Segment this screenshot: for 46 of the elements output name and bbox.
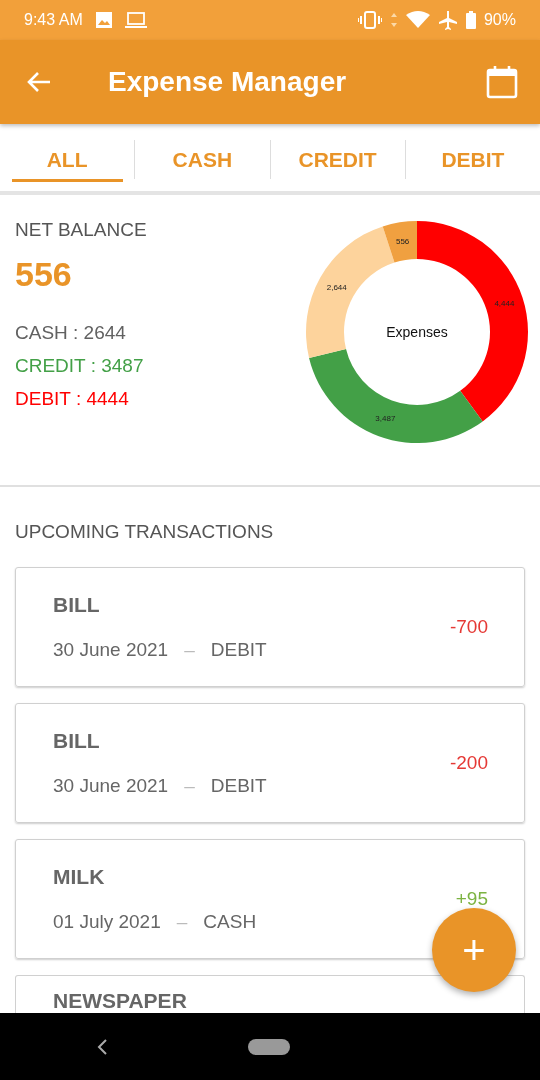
balance-line: DEBIT : 4444 [15, 388, 130, 410]
tab[interactable]: ALL [0, 140, 136, 179]
back-nav-button[interactable] [96, 1037, 108, 1056]
transaction-date: 30 June 2021 [53, 775, 169, 797]
transaction-card[interactable]: BILL 30 June 2021 – DEBIT -700 [15, 567, 525, 687]
clock-time: 9:43 AM [24, 11, 83, 29]
airplane-icon [437, 10, 458, 30]
separator-dash: – [176, 911, 188, 933]
transaction-title: MILK [53, 865, 106, 889]
laptop-icon [124, 11, 147, 29]
separator-dash: – [184, 639, 195, 661]
slice-value-label: 4,444 [494, 299, 515, 309]
slice-value-label: 3,487 [375, 414, 396, 424]
transaction-card[interactable]: BILL 30 June 2021 – DEBIT -200 [15, 703, 525, 823]
transaction-title: NEWSPAPER [53, 989, 187, 1013]
chart-title: Expenses [386, 324, 448, 340]
data-arrows-icon [389, 12, 398, 28]
home-pill[interactable] [248, 1038, 290, 1055]
transaction-amount: +95 [455, 888, 488, 910]
slice-value-label: 2,644 [326, 283, 347, 293]
tab[interactable]: CASH [135, 140, 271, 179]
payment-type: DEBIT [210, 639, 267, 661]
slice-value-label: 556 [395, 237, 410, 247]
tab[interactable]: DEBIT [405, 140, 540, 179]
section-heading: UPCOMING TRANSACTIONS [15, 521, 275, 543]
transaction-date: 30 June 2021 [53, 639, 169, 661]
transaction-title: BILL [53, 593, 101, 617]
transaction-title: BILL [53, 729, 101, 753]
payment-type: DEBIT [210, 775, 267, 797]
section-heading: NET BALANCE [15, 219, 147, 241]
balance-line: CASH : 2644 [15, 322, 127, 344]
add-button[interactable]: + [432, 908, 516, 992]
separator-dash: – [184, 775, 195, 797]
wifi-icon [405, 11, 430, 29]
app-title: Expense Manager [108, 66, 348, 98]
tab[interactable]: CREDIT [270, 140, 406, 179]
battery-icon [465, 11, 476, 29]
battery-percent: 90% [483, 11, 516, 29]
transaction-amount: -200 [449, 752, 488, 774]
image-icon [94, 11, 113, 29]
vibrate-icon [357, 11, 382, 29]
payment-type: CASH [203, 911, 257, 933]
transaction-date: 01 July 2021 [53, 911, 161, 933]
balance-line: CREDIT : 3487 [15, 355, 145, 377]
transaction-amount: -700 [449, 616, 488, 638]
balance-amount: 556 [15, 255, 73, 294]
